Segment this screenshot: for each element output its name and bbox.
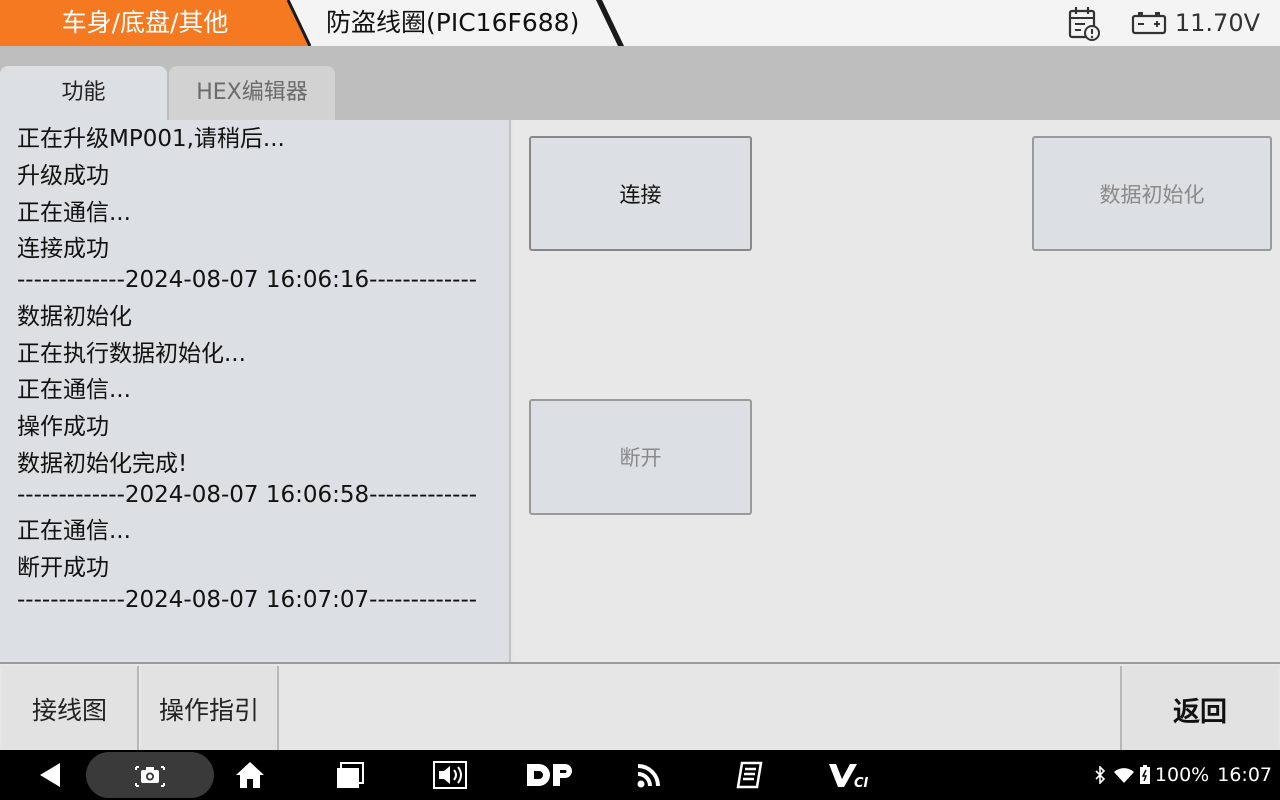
log-line: 数据初始化 — [17, 304, 132, 330]
log-line: 正在通信... — [17, 377, 131, 403]
log-line: 正在通信... — [17, 518, 131, 544]
breadcrumb-category-label: 车身/底盘/其他 — [61, 8, 229, 37]
breadcrumb-module-label: 防盗线圈(PIC16F688) — [326, 8, 580, 37]
action-panel: 连接 数据初始化 断开 — [513, 120, 1280, 662]
disconnect-button[interactable]: 断开 — [529, 399, 752, 515]
log-line: 连接成功 — [17, 236, 109, 262]
notes-icon[interactable] — [730, 750, 770, 800]
log-line: 正在通信... — [17, 200, 131, 226]
battery-icon — [1139, 765, 1150, 784]
calendar-alert-icon[interactable] — [1067, 5, 1101, 41]
car-battery-icon — [1131, 12, 1166, 35]
header-status: 11.70V — [1067, 0, 1260, 46]
log-line: 断开成功 — [17, 555, 109, 581]
system-status: 100% 16:07 — [1093, 750, 1272, 800]
back-icon[interactable] — [30, 750, 70, 800]
bluetooth-icon — [1095, 766, 1106, 784]
voltage-readout: 11.70V — [1174, 9, 1260, 37]
screenshot-icon — [130, 750, 170, 800]
clock: 16:07 — [1217, 764, 1272, 786]
data-init-button[interactable]: 数据初始化 — [1032, 136, 1272, 251]
log-separator: -------------2024-08-07 16:06:16--------… — [17, 267, 478, 293]
log-line: 升级成功 — [17, 163, 109, 189]
wiring-diagram-button[interactable]: 接线图 — [2, 666, 139, 752]
tab-hex-editor[interactable]: HEX编辑器 — [169, 66, 335, 120]
bottom-toolbar: 接线图 操作指引 返回 — [0, 662, 1280, 752]
vci-icon[interactable]: CI — [825, 750, 875, 800]
log-line: 操作成功 — [17, 414, 109, 440]
system-nav-bar: CI 100% 16:07 — [0, 750, 1280, 800]
operation-guide-button[interactable]: 操作指引 — [141, 666, 279, 752]
log-line: 正在升级MP001,请稍后... — [17, 126, 285, 152]
connect-button[interactable]: 连接 — [529, 136, 752, 251]
tab-function[interactable]: 功能 — [0, 66, 167, 120]
title-bar: 车身/底盘/其他 防盗线圈(PIC16F688) 11.70V — [0, 0, 1280, 48]
recent-apps-icon[interactable] — [330, 750, 370, 800]
log-separator: -------------2024-08-07 16:07:07--------… — [17, 587, 478, 613]
dp-icon[interactable] — [525, 750, 575, 800]
log-line: 数据初始化完成! — [17, 451, 188, 477]
svg-text:CI: CI — [854, 776, 869, 789]
wifi-icon — [1113, 768, 1134, 783]
volume-icon[interactable] — [430, 750, 470, 800]
log-line: 正在执行数据初始化... — [17, 341, 246, 367]
log-panel[interactable]: 正在升级MP001,请稍后... 升级成功 正在通信... 连接成功 -----… — [0, 120, 511, 662]
battery-percent: 100% — [1154, 764, 1210, 786]
breadcrumb-module: 防盗线圈(PIC16F688) — [300, 0, 630, 46]
breadcrumb-category[interactable]: 车身/底盘/其他 — [0, 0, 312, 46]
log-separator: -------------2024-08-07 16:06:58--------… — [17, 482, 478, 508]
feed-icon[interactable] — [630, 750, 670, 800]
home-icon[interactable] — [230, 750, 270, 800]
back-button[interactable]: 返回 — [1120, 666, 1278, 752]
tab-bar: 功能 HEX编辑器 — [0, 48, 1280, 120]
